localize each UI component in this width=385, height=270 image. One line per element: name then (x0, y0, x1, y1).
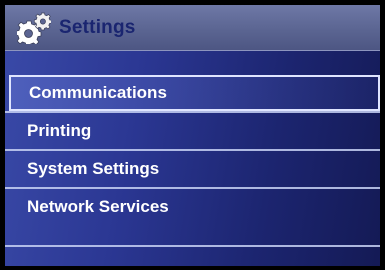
menu-divider (5, 245, 380, 247)
gears-icon (15, 12, 52, 47)
menu-item-label: Communications (29, 83, 167, 102)
menu-item-system-settings[interactable]: System Settings (5, 149, 380, 187)
menu-item-communications[interactable]: Communications (9, 75, 380, 111)
screen-frame: Settings Communications Printing System … (0, 0, 385, 270)
title-bar: Settings (5, 5, 380, 51)
menu-item-label: Printing (27, 121, 92, 140)
menu-item-printing[interactable]: Printing (5, 111, 380, 149)
settings-panel: Settings Communications Printing System … (5, 5, 380, 266)
menu-item-label: Network Services (27, 197, 169, 216)
menu-item-network-services[interactable]: Network Services (5, 187, 380, 225)
settings-menu: Communications Printing System Settings … (5, 75, 380, 225)
menu-item-label: System Settings (27, 159, 160, 178)
page-title: Settings (59, 17, 136, 38)
